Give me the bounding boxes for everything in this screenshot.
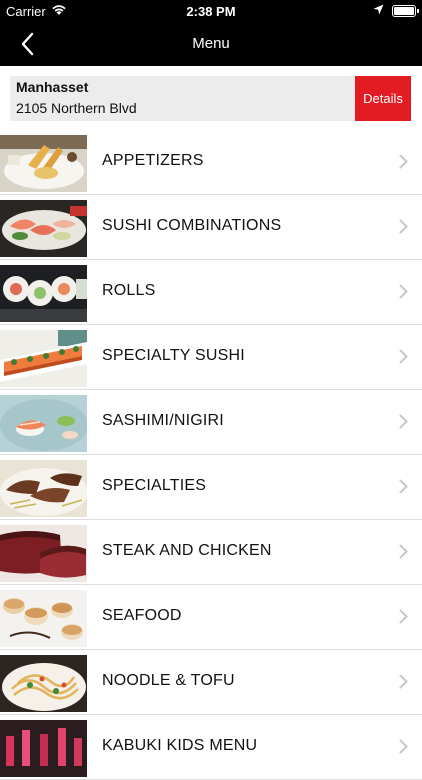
navigation-bar: Menu [0,22,422,66]
chevron-right-icon [399,674,408,689]
location-name: Manhasset [16,79,89,95]
chevron-right-icon [399,609,408,624]
menu-item-steak-and-chicken[interactable]: STEAK AND CHICKEN [0,520,422,585]
menu-item-label: ROLLS [102,282,156,299]
menu-item-appetizers[interactable]: APPETIZERS [0,130,422,195]
location-card: Manhasset 2105 Northern Blvd Details [10,76,411,121]
menu-item-label: SEAFOOD [102,607,182,624]
status-time: 2:38 PM [186,4,236,19]
sushi-rolls-photo [0,265,87,322]
chevron-right-icon [399,219,408,234]
menu-item-specialty-sushi[interactable]: SPECIALTY SUSHI [0,325,422,390]
chevron-right-icon [399,544,408,559]
menu-item-label: KABUKI KIDS MENU [102,737,258,754]
sliced-steak-photo [0,460,87,517]
menu-item-label: SUSHI COMBINATIONS [102,217,282,234]
location-arrow-icon [373,3,384,18]
chevron-right-icon [399,349,408,364]
chevron-right-icon [399,479,408,494]
specialty-roll-photo [0,330,87,387]
menu-item-label: NOODLE & TOFU [102,672,235,689]
chevron-right-icon [399,154,408,169]
tempura-plate-photo [0,135,87,192]
status-bar: Carrier 2:38 PM [0,0,422,22]
status-right [373,3,419,18]
kids-menu-photo [0,720,87,777]
menu-item-sashimi-nigiri[interactable]: SASHIMI/NIGIRI [0,390,422,455]
menu-item-rolls[interactable]: ROLLS [0,260,422,325]
chevron-right-icon [399,739,408,754]
menu-item-label: SPECIALTY SUSHI [102,347,245,364]
menu-item-label: APPETIZERS [102,152,204,169]
battery-icon [392,4,419,17]
noodles-photo [0,655,87,712]
scallops-photo [0,590,87,647]
menu-item-noodle-and-tofu[interactable]: NOODLE & TOFU [0,650,422,715]
menu-item-specialties[interactable]: SPECIALTIES [0,455,422,520]
location-address: 2105 Northern Blvd [16,100,137,116]
menu-item-seafood[interactable]: SEAFOOD [0,585,422,650]
nigiri-photo [0,395,87,452]
steak-photo [0,525,87,582]
menu-item-label: SASHIMI/NIGIRI [102,412,224,429]
details-button[interactable]: Details [355,76,411,121]
page-title: Menu [192,35,230,52]
sashimi-platter-photo [0,200,87,257]
menu-item-label: SPECIALTIES [102,477,207,494]
menu-item-kabuki-kids-menu[interactable]: KABUKI KIDS MENU [0,715,422,780]
menu-item-label: STEAK AND CHICKEN [102,542,272,559]
menu-list: APPETIZERS SUSHI COMBINATIONS ROLLS SPEC… [0,130,422,780]
chevron-right-icon [399,284,408,299]
chevron-right-icon [399,414,408,429]
menu-item-sushi-combinations[interactable]: SUSHI COMBINATIONS [0,195,422,260]
